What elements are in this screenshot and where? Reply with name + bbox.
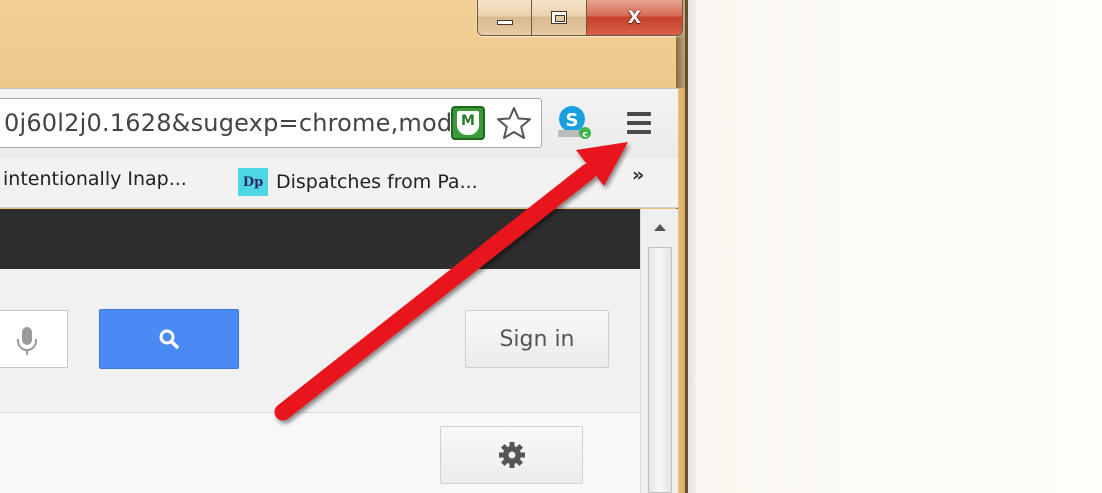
hamburger-menu-icon[interactable] [622,106,656,140]
bookmark-star-icon[interactable] [494,103,534,143]
search-button[interactable] [99,309,239,369]
svg-text:S: S [566,110,579,131]
settings-button[interactable] [440,426,583,484]
microphone-icon[interactable] [14,325,40,357]
search-input[interactable] [0,310,68,368]
bookmarks-bar: intentionally Inap... Dp Dispatches from… [0,158,678,208]
window-frame-edge [678,88,685,493]
bookmarks-overflow-button[interactable]: » [632,164,644,186]
page-content: Sign in [0,209,640,493]
minimize-button[interactable] [478,0,533,35]
close-button[interactable]: X [586,0,682,35]
address-bar-text[interactable]: 0j60l2j0.1628&sugexp=chrome,mod [4,109,450,137]
scroll-up-button[interactable] [641,209,678,245]
sign-in-button[interactable]: Sign in [465,310,609,368]
bookmark-label: Dispatches from Pa... [276,171,478,193]
magnifier-icon [159,329,179,349]
svg-text:c: c [582,130,587,140]
maximize-icon [551,11,568,24]
close-icon: X [627,7,642,28]
scrollbar-thumb[interactable] [648,247,672,493]
address-bar[interactable]: 0j60l2j0.1628&sugexp=chrome,mod [0,98,542,148]
scroll-up-arrow-icon [653,223,666,231]
bookmark-label: intentionally Inap... [3,168,187,190]
google-top-bar [0,209,640,269]
mcafee-siteadvisor-icon[interactable] [451,106,485,140]
gear-icon [498,442,525,468]
desktop-background [690,0,1102,493]
dispatches-favicon-icon: Dp [238,168,268,196]
caption-buttons: X [477,0,683,36]
bookmark-item[interactable]: intentionally Inap... [3,168,187,190]
vertical-scrollbar[interactable] [640,209,678,493]
bookmark-item[interactable]: Dp Dispatches from Pa... [238,168,478,196]
skype-icon[interactable]: S c [556,104,592,140]
maximize-button[interactable] [532,0,587,35]
minimize-icon [496,20,513,25]
